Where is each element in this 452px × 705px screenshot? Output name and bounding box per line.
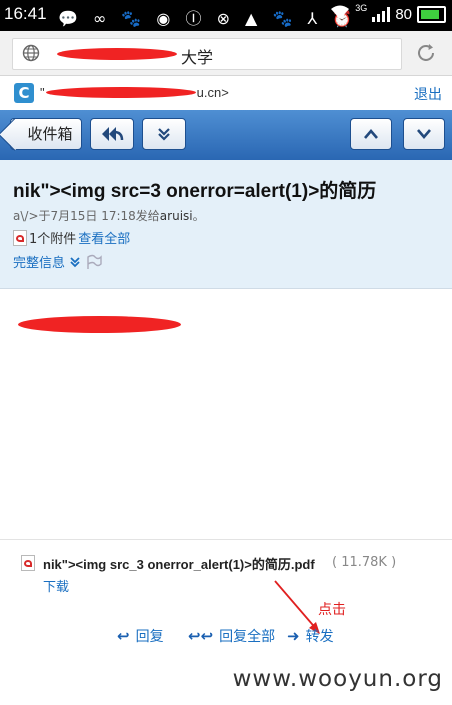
reply-icon: ↩ <box>117 627 130 645</box>
reply-button[interactable] <box>90 118 134 150</box>
forward-action[interactable]: ➜ 转发 <box>287 626 334 646</box>
previous-mail-button[interactable] <box>350 118 392 150</box>
browser-address-bar: 大学 <box>0 31 452 76</box>
redaction-mark <box>46 87 196 98</box>
reload-icon[interactable] <box>414 41 438 69</box>
reply-action[interactable]: ↩ 回复 <box>117 626 164 646</box>
mail-body <box>0 289 452 540</box>
recipient-name[interactable]: aruisi <box>160 209 193 223</box>
forward-icon: ➜ <box>287 627 300 645</box>
pdf-icon <box>21 555 35 571</box>
signal-icon <box>372 6 391 22</box>
url-text: 大学 <box>181 48 214 67</box>
mail-header: nik"><img src=3 onerror=alert(1)>的简历 a\/… <box>0 160 452 289</box>
pdf-icon <box>13 229 27 246</box>
sender-info: a\/>于7月15日 17:18发给 <box>13 209 160 223</box>
logout-link[interactable]: 退出 <box>414 84 442 104</box>
mail-subject: nik"><img src=3 onerror=alert(1)>的简历 <box>13 181 377 202</box>
network-tag: 3G <box>355 3 368 13</box>
attachment-count: 1个附件 <box>29 232 77 247</box>
battery-icon <box>417 5 446 23</box>
url-field[interactable]: 大学 <box>12 38 402 70</box>
battery-level: 80 <box>395 5 412 23</box>
full-info-toggle[interactable]: 完整信息 <box>13 252 103 271</box>
wifi-icon <box>330 4 350 24</box>
flag-icon[interactable] <box>85 254 103 270</box>
status-right: 3G 80 <box>330 3 446 24</box>
chevron-double-down-icon <box>70 256 80 267</box>
reply-all-icon: ↩↩ <box>188 627 214 645</box>
attachment-name[interactable]: nik"><img src_3 onerror_alert(1)>的简历.pdf <box>43 554 315 573</box>
attachment-summary: 1个附件 查看全部 <box>13 228 130 247</box>
mail-toolbar: 收件箱 <box>0 110 452 161</box>
globe-icon <box>22 44 40 66</box>
next-mail-button[interactable] <box>403 118 445 150</box>
attachment-size: ( 11.78K ) <box>332 555 397 570</box>
mail-actions: 点击 ↩ 回复 ↩↩ 回复全部 ➜ 转发 www.wooyun.org <box>0 580 452 705</box>
attachment-item: nik"><img src_3 onerror_alert(1)>的简历.pdf… <box>0 540 452 607</box>
back-to-inbox-button[interactable]: 收件箱 <box>10 118 82 150</box>
app-header: C " u.cn> 退出 <box>0 76 452 111</box>
download-link[interactable]: 下载 <box>43 576 69 595</box>
redaction-mark <box>18 316 181 333</box>
redaction-mark <box>57 48 177 60</box>
status-time: 16:41 <box>4 4 47 23</box>
watermark: www.wooyun.org <box>232 666 443 692</box>
status-bar: 16:41 💬 ∞ 🐾 ◉ Ⓘ ⊗ ▲ 🐾 ⅄ ⏰ 3G 80 <box>0 0 452 31</box>
view-all-link[interactable]: 查看全部 <box>78 228 130 247</box>
more-button[interactable] <box>142 118 186 150</box>
app-logo-icon: C <box>14 83 34 103</box>
reply-all-action[interactable]: ↩↩ 回复全部 <box>188 626 275 646</box>
sender-line: a\/>于7月15日 17:18发给aruisi。 <box>13 209 205 223</box>
notification-icons: 💬 ∞ 🐾 ◉ Ⓘ ⊗ ▲ 🐾 ⅄ ⏰ <box>58 9 358 28</box>
